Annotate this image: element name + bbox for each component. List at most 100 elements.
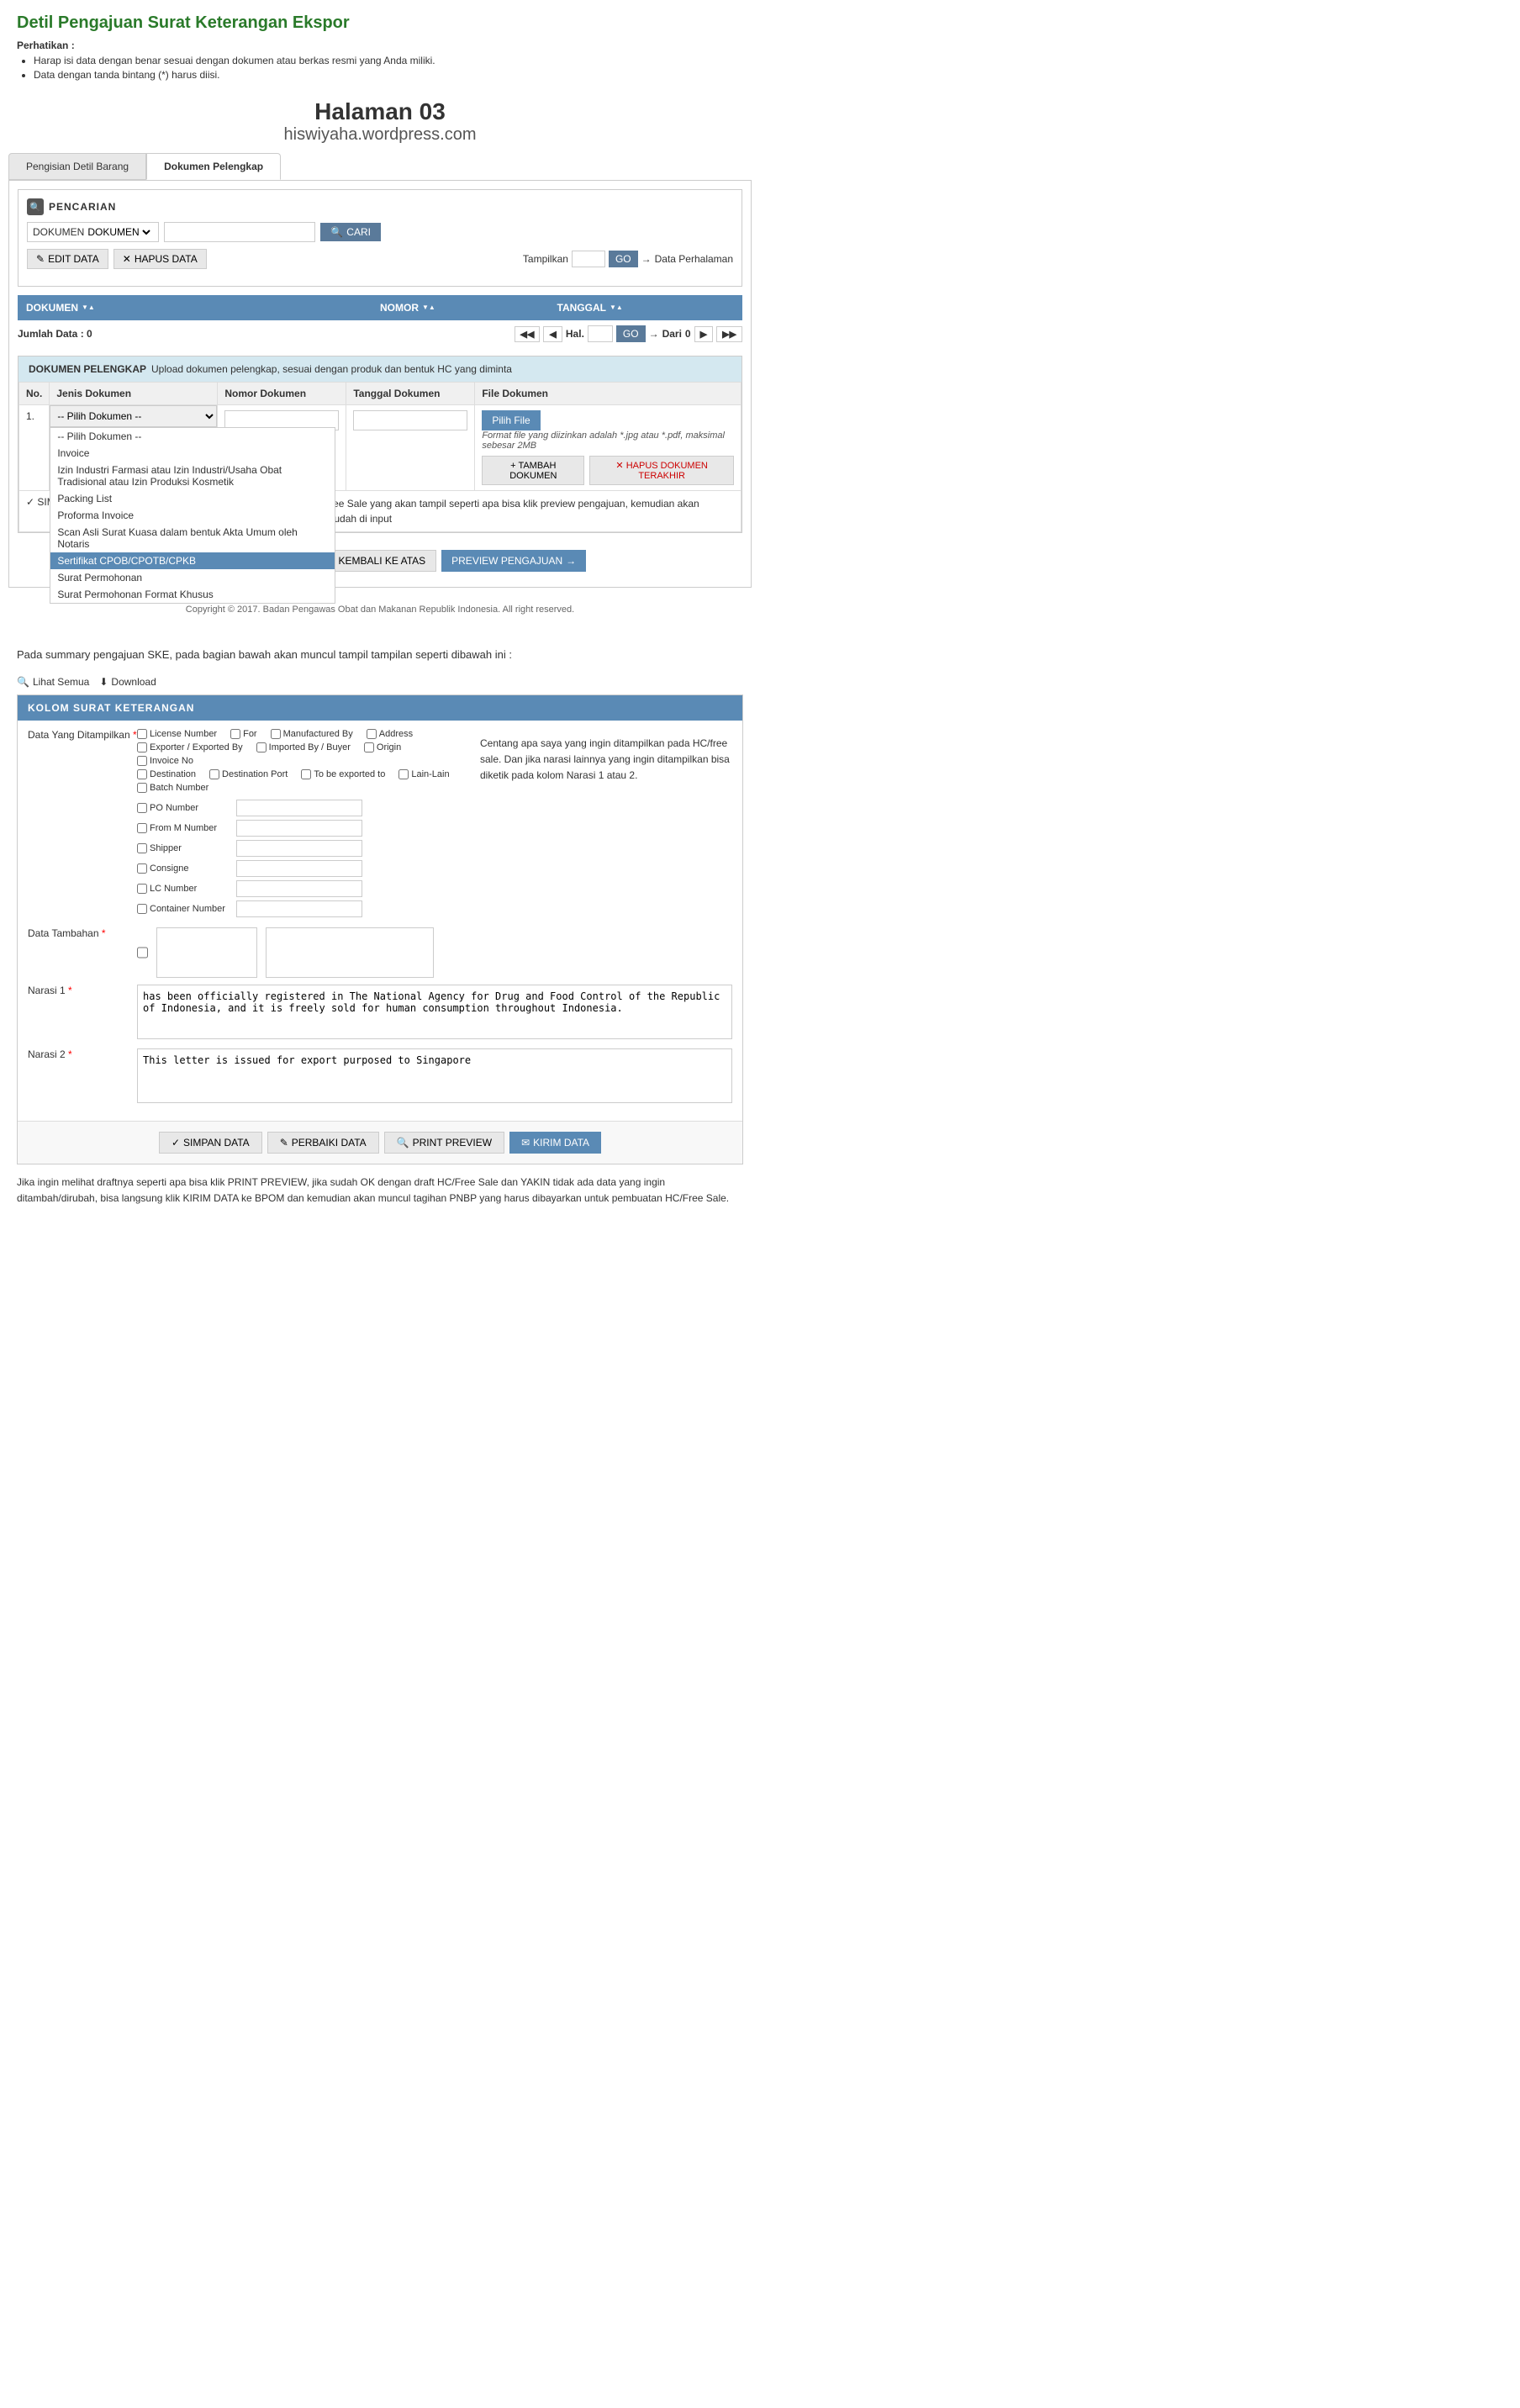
- option-pilih-dokumen[interactable]: -- Pilih Dokumen --: [50, 428, 335, 445]
- cb-consigne[interactable]: [137, 863, 147, 874]
- container-number-input[interactable]: [236, 900, 362, 917]
- sort-tanggal-icon[interactable]: ▼▲: [610, 304, 623, 311]
- data-tambahan-text-input[interactable]: [156, 927, 257, 978]
- cb-imported-by[interactable]: Imported By / Buyer: [256, 742, 351, 752]
- po-number-input[interactable]: [236, 800, 362, 816]
- search-section: 🔍 PENCARIAN DOKUMEN DOKUMEN 🔍 CARI ✎ EDI…: [18, 189, 742, 287]
- watermark-section: Halaman 03 hiswiyaha.wordpress.com: [0, 90, 760, 153]
- dokumen-dropdown[interactable]: DOKUMEN: [84, 225, 153, 239]
- edit-data-button[interactable]: ✎ EDIT DATA: [27, 249, 108, 269]
- cb-lain-lain[interactable]: Lain-Lain: [398, 769, 449, 779]
- perbaiki-data-button[interactable]: ✎ PERBAIKI DATA: [267, 1132, 379, 1154]
- tampilkan-input[interactable]: 5: [572, 251, 605, 267]
- cb-shipper[interactable]: [137, 843, 147, 853]
- last-page-button[interactable]: ▶▶: [716, 326, 742, 342]
- download-button[interactable]: ⬇ Download: [99, 676, 156, 688]
- tab-dokumen-pelengkap[interactable]: Dokumen Pelengkap: [146, 153, 281, 180]
- data-ditampilkan-label: Data Yang Ditampilkan *: [28, 729, 137, 793]
- cb-lc-number[interactable]: [137, 884, 147, 894]
- lc-number-row: LC Number: [137, 880, 732, 897]
- po-number-row: PO Number: [137, 800, 732, 816]
- data-tambahan-label: Data Tambahan *: [28, 927, 137, 978]
- rows-with-input-section: PO Number From M Number Shipper Consigne…: [28, 800, 732, 921]
- consigne-input[interactable]: [236, 860, 362, 877]
- file-format-note: Format file yang diizinkan adalah *.jpg …: [482, 430, 734, 451]
- option-packing-list[interactable]: Packing List: [50, 490, 335, 507]
- narasi2-textarea[interactable]: This letter is issued for export purpose…: [137, 1048, 732, 1103]
- section-intro-text: Pada summary pengajuan SKE, pada bagian …: [17, 648, 743, 661]
- sort-nomor-icon[interactable]: ▼▲: [422, 304, 435, 311]
- hapus-icon: ✕: [123, 253, 131, 265]
- narasi1-textarea[interactable]: has been officially registered in The Na…: [137, 985, 732, 1039]
- lc-number-input[interactable]: [236, 880, 362, 897]
- pilih-dokumen-select[interactable]: -- Pilih Dokumen --: [50, 405, 217, 427]
- search-input[interactable]: [164, 222, 315, 242]
- row-jenis-dokumen[interactable]: -- Pilih Dokumen -- -- Pilih Dokumen -- …: [50, 405, 218, 491]
- option-surat-format-khusus[interactable]: Surat Permohonan Format Khusus: [50, 586, 335, 603]
- jumlah-row: Jumlah Data : 0 ◀◀ ◀ Hal. GO → Dari 0 ▶ …: [18, 320, 742, 347]
- pilih-file-button[interactable]: Pilih File: [482, 410, 540, 430]
- data-tambahan-checkbox[interactable]: [137, 927, 148, 978]
- option-sertifikat[interactable]: Sertifikat CPOB/CPOTB/CPKB: [50, 552, 335, 569]
- perhatikan-label: Perhatikan :: [17, 40, 743, 51]
- hapus-dokumen-terakhir-button[interactable]: ✕ HAPUS DOKUMEN TERAKHIR: [589, 456, 734, 485]
- cb-batch-number[interactable]: Batch Number: [137, 783, 463, 793]
- from-m-number-input[interactable]: [236, 820, 362, 837]
- cb-manufactured-by[interactable]: Manufactured By: [271, 729, 353, 739]
- kembali-ke-atas-button[interactable]: ↑ KEMBALI KE ATAS: [319, 550, 437, 572]
- cb-invoice-no[interactable]: Invoice No: [137, 756, 193, 766]
- print-preview-button[interactable]: 🔍 PRINT PREVIEW: [384, 1132, 504, 1154]
- tabs-container: Pengisian Detil Barang Dokumen Pelengkap: [8, 153, 752, 180]
- data-ditampilkan-value: License Number For Manufactured By Addre…: [137, 729, 463, 793]
- simpan-data-button[interactable]: ✓ SIMPAN DATA: [159, 1132, 262, 1154]
- next-page-button[interactable]: ▶: [694, 326, 713, 342]
- cb-address[interactable]: Address: [367, 729, 413, 739]
- dokumen-select-wrapper[interactable]: DOKUMEN DOKUMEN: [27, 222, 159, 242]
- cb-destination[interactable]: Destination: [137, 769, 196, 779]
- data-ditampilkan-note: Centang apa saya yang ingin ditampilkan …: [480, 729, 732, 793]
- go-button[interactable]: GO: [609, 251, 638, 267]
- shipper-input[interactable]: [236, 840, 362, 857]
- cb-destination-port[interactable]: Destination Port: [209, 769, 288, 779]
- column-nomor: NOMOR ▼▲: [380, 302, 557, 314]
- option-invoice[interactable]: Invoice: [50, 445, 335, 462]
- edit-icon: ✎: [36, 253, 45, 265]
- cb-exporter[interactable]: Exporter / Exported By: [137, 742, 243, 752]
- preview-pengajuan-button[interactable]: PREVIEW PENGAJUAN →: [441, 550, 586, 572]
- data-tambahan-textarea[interactable]: [266, 927, 434, 978]
- tab-pengisian-detil-barang[interactable]: Pengisian Detil Barang: [8, 153, 146, 180]
- cb-container-number[interactable]: [137, 904, 147, 914]
- cb-license-number[interactable]: License Number: [137, 729, 217, 739]
- mail-icon: ✉: [521, 1137, 530, 1149]
- lihat-semua-button[interactable]: 🔍 Lihat Semua: [17, 676, 89, 688]
- narasi2-value[interactable]: This letter is issued for export purpose…: [137, 1048, 732, 1106]
- tanggal-dokumen-input[interactable]: [353, 410, 467, 430]
- sort-dokumen-icon[interactable]: ▼▲: [82, 304, 95, 311]
- narasi1-value[interactable]: has been officially registered in The Na…: [137, 985, 732, 1042]
- pilih-dokumen-wrapper[interactable]: -- Pilih Dokumen -- -- Pilih Dokumen -- …: [50, 405, 217, 427]
- tambah-dokumen-button[interactable]: + TAMBAH DOKUMEN: [482, 456, 584, 485]
- cb-po-number[interactable]: [137, 803, 147, 813]
- column-dokumen: DOKUMEN ▼▲: [26, 302, 380, 314]
- kirim-data-button[interactable]: ✉ KIRIM DATA: [509, 1132, 601, 1154]
- cb-to-be-exported[interactable]: To be exported to: [301, 769, 385, 779]
- option-scan-asli[interactable]: Scan Asli Surat Kuasa dalam bentuk Akta …: [50, 524, 335, 552]
- page-input[interactable]: [588, 325, 613, 342]
- prev-page-button[interactable]: ◀: [543, 326, 562, 342]
- option-proforma[interactable]: Proforma Invoice: [50, 507, 335, 524]
- page-title: Detil Pengajuan Surat Keterangan Ekspor: [17, 13, 743, 33]
- dokumen-dropdown-options: -- Pilih Dokumen -- Invoice Izin Industr…: [50, 427, 335, 604]
- page-go-button[interactable]: GO: [616, 325, 646, 342]
- cb-from-m-number[interactable]: [137, 823, 147, 833]
- cb-for[interactable]: For: [230, 729, 257, 739]
- cb-origin[interactable]: Origin: [364, 742, 401, 752]
- tampilkan-label: Tampilkan: [523, 253, 568, 265]
- cari-button[interactable]: 🔍 CARI: [320, 223, 381, 241]
- row-tanggal-dokumen[interactable]: [346, 405, 475, 491]
- first-page-button[interactable]: ◀◀: [515, 326, 541, 342]
- perhatikan-item-2: Data dengan tanda bintang (*) harus diis…: [34, 69, 743, 81]
- option-izin-industri[interactable]: Izin Industri Farmasi atau Izin Industri…: [50, 462, 335, 490]
- option-surat-permohonan[interactable]: Surat Permohonan: [50, 569, 335, 586]
- col-tanggal-dokumen: Tanggal Dokumen: [346, 383, 475, 405]
- hapus-data-button[interactable]: ✕ HAPUS DATA: [113, 249, 207, 269]
